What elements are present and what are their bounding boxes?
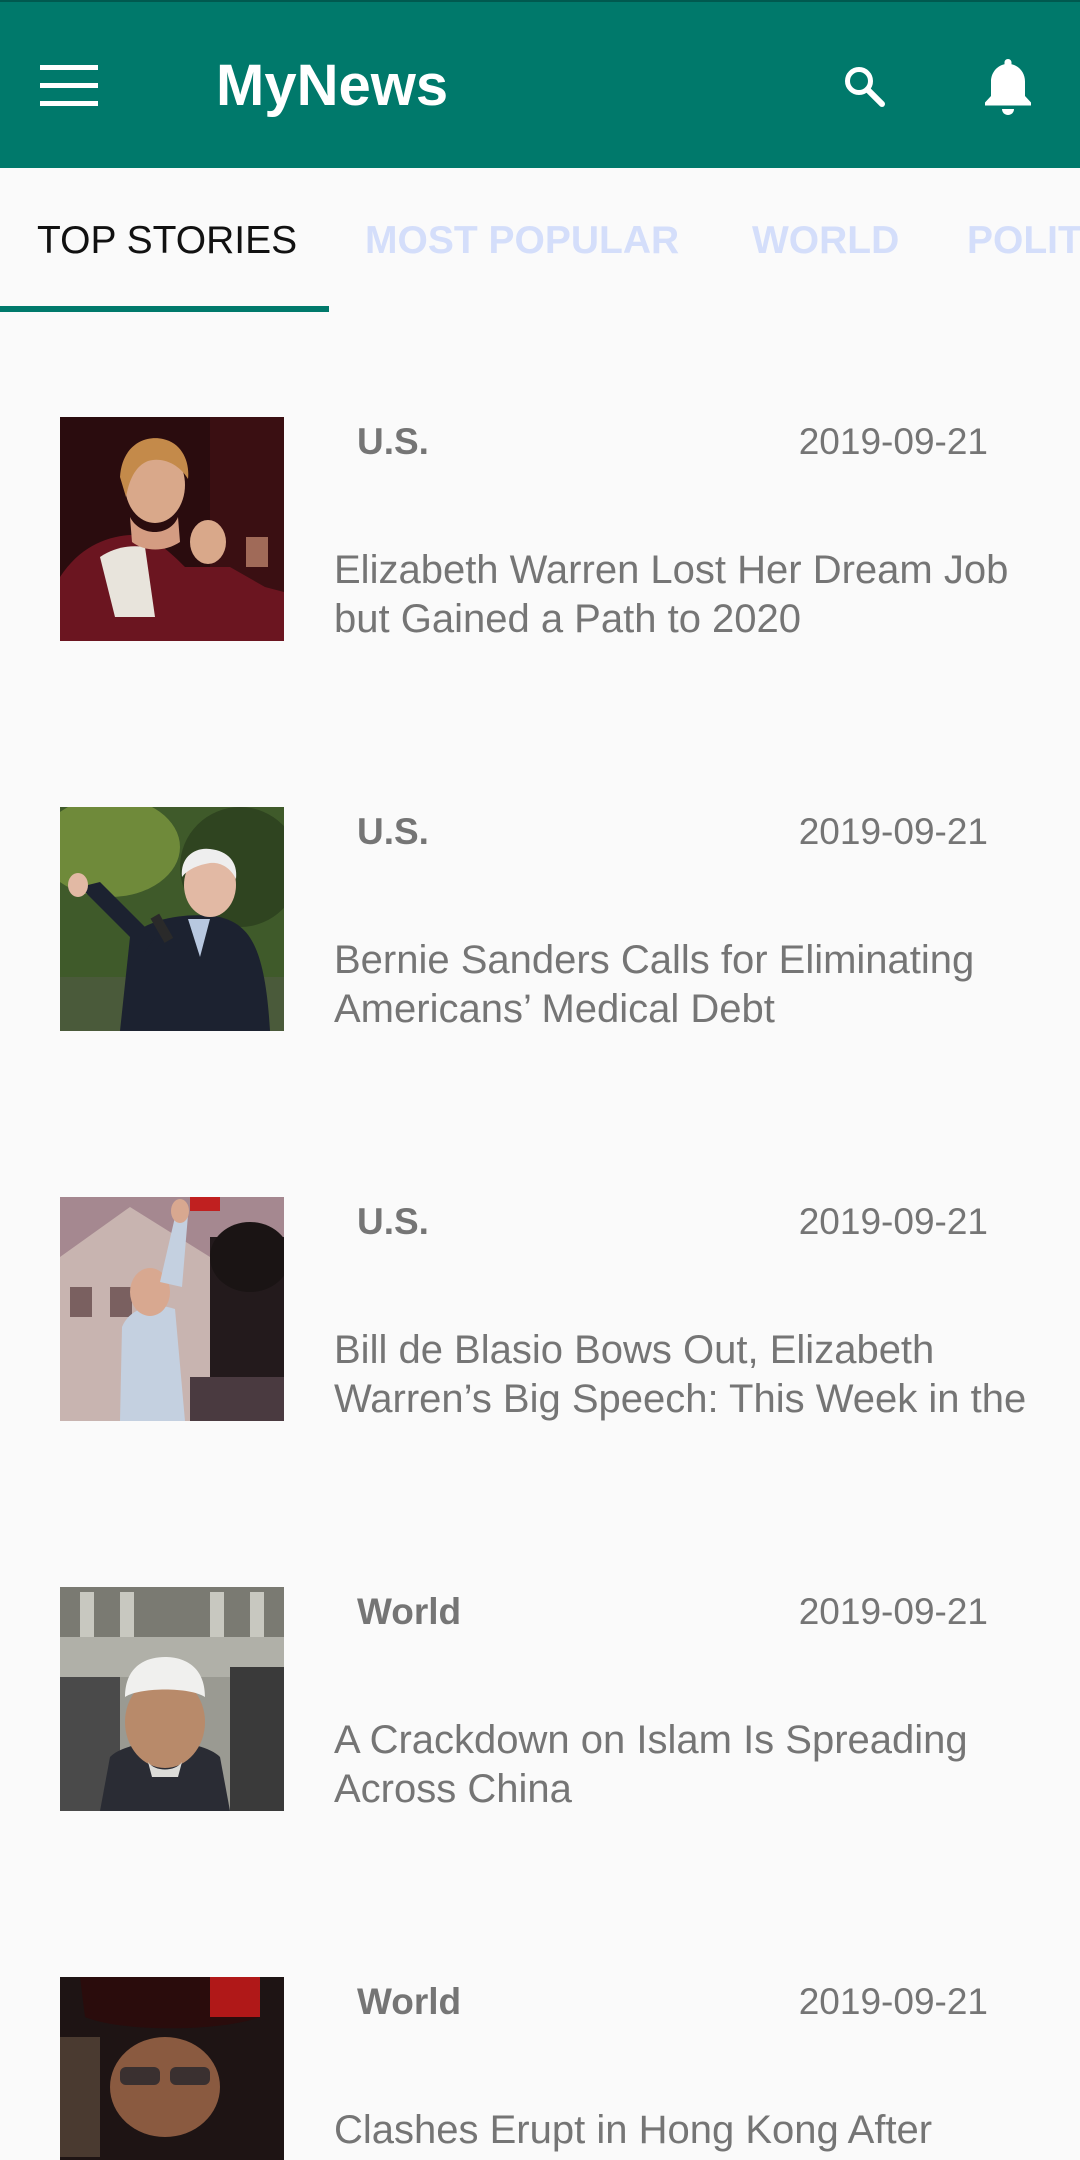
tab-politics[interactable]: POLIT <box>967 168 1080 314</box>
app-title: MyNews <box>216 53 449 118</box>
active-tab-indicator <box>0 306 329 312</box>
story-section: U.S. <box>357 1201 429 1242</box>
story-item[interactable]: World 2019-09-21 A Crackdown on Islam Is… <box>0 1484 1080 1874</box>
story-headline: A Crackdown on Islam Is Spreading Across… <box>334 1718 968 1811</box>
tab-most-popular[interactable]: MOST POPULAR <box>365 168 679 314</box>
bell-icon <box>985 59 1031 115</box>
story-section: U.S. <box>357 421 429 462</box>
story-headline: Clashes Erupt in Hong Kong After <box>334 2108 933 2152</box>
story-section: U.S. <box>357 811 429 852</box>
search-icon <box>845 67 885 107</box>
menu-button[interactable] <box>40 50 128 122</box>
story-thumbnail <box>60 417 284 641</box>
story-item[interactable]: U.S. 2019-09-21 Bernie Sanders Calls for… <box>0 704 1080 1094</box>
story-date: 2019-09-21 <box>798 1981 988 2022</box>
story-section: World <box>357 1981 462 2022</box>
notifications-button[interactable] <box>972 50 1044 122</box>
tab-label: MOST POPULAR <box>365 219 680 262</box>
story-thumbnail <box>60 1977 284 2160</box>
story-headline: Bernie Sanders Calls for Eliminating Ame… <box>334 938 975 1031</box>
story-item[interactable]: U.S. 2019-09-21 Bill de Blasio Bows Out,… <box>0 1094 1080 1484</box>
story-list: U.S. 2019-09-21 Elizabeth Warren Lost He… <box>0 314 1080 2160</box>
story-date: 2019-09-21 <box>798 421 988 462</box>
tab-label: WORLD <box>752 219 900 262</box>
tab-label: TOP STORIES <box>37 219 298 262</box>
story-headline: Elizabeth Warren Lost Her Dream Job but … <box>334 548 1009 641</box>
story-date: 2019-09-21 <box>798 1591 988 1632</box>
story-thumbnail <box>60 1587 284 1811</box>
tab-world[interactable]: WORLD <box>752 168 899 314</box>
tab-top-stories[interactable]: TOP STORIES <box>37 168 297 314</box>
category-tabs: TOP STORIES MOST POPULAR WORLD POLIT <box>0 168 1080 314</box>
story-item[interactable]: World 2019-09-21 Clashes Erupt in Hong K… <box>0 1874 1080 2160</box>
hamburger-menu-icon <box>40 65 98 106</box>
story-date: 2019-09-21 <box>798 1201 988 1242</box>
tab-label: POLIT <box>967 219 1080 262</box>
story-date: 2019-09-21 <box>798 811 988 852</box>
story-item[interactable]: U.S. 2019-09-21 Elizabeth Warren Lost He… <box>0 314 1080 704</box>
story-thumbnail <box>60 1197 284 1421</box>
app-bar: MyNews <box>0 0 1080 168</box>
story-thumbnail <box>60 807 284 1031</box>
story-headline: Bill de Blasio Bows Out, Elizabeth Warre… <box>334 1328 1027 1421</box>
story-section: World <box>357 1591 462 1632</box>
search-button[interactable] <box>832 54 896 118</box>
